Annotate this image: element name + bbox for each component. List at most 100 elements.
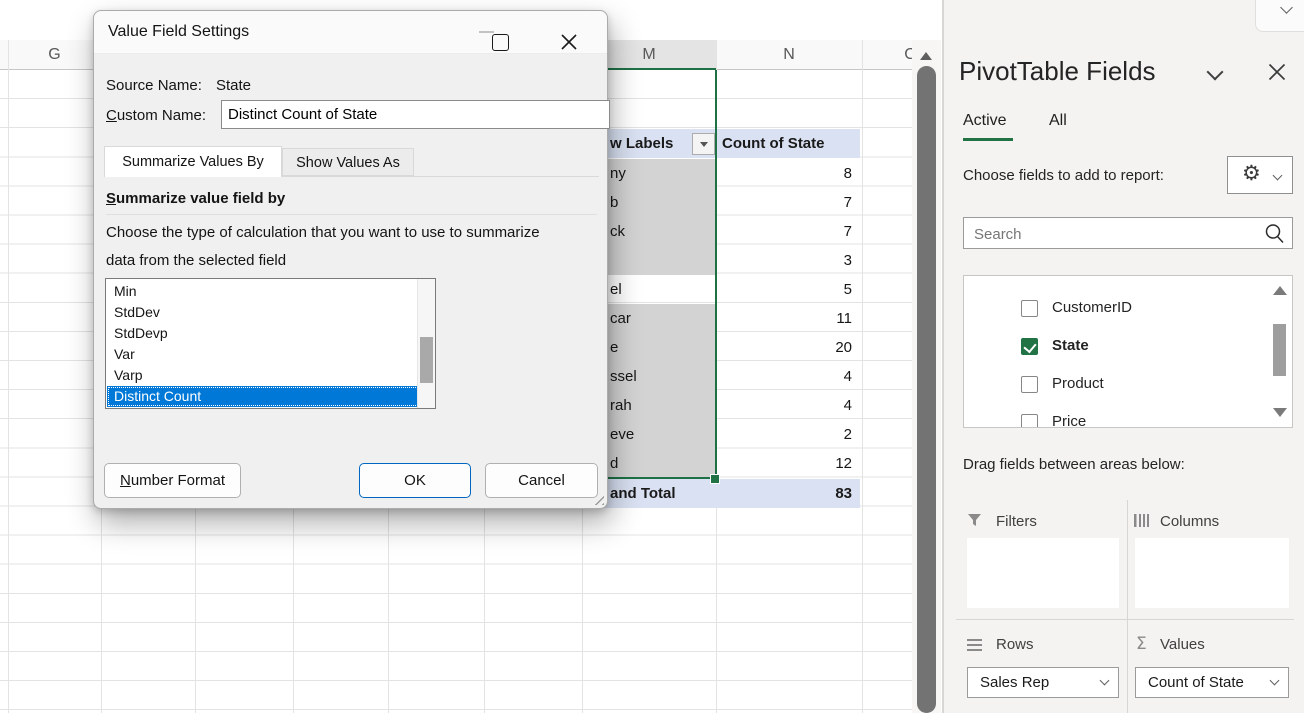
checkbox-unchecked[interactable] [1021, 376, 1038, 393]
fill-handle[interactable] [710, 474, 720, 484]
scroll-up-icon[interactable] [920, 52, 932, 60]
pivot-row-label: rah [610, 391, 710, 420]
list-option[interactable]: Varp [107, 365, 419, 386]
minimize-icon[interactable] [479, 31, 494, 33]
columns-icon [1134, 513, 1152, 528]
list-option[interactable]: Var [107, 344, 419, 365]
checkbox-unchecked[interactable] [1021, 414, 1038, 428]
number-format-button[interactable]: Number Format [104, 463, 241, 498]
scrollbar-thumb[interactable] [917, 66, 936, 713]
pane-close-icon[interactable] [1268, 63, 1286, 81]
ribbon-collapse-button[interactable] [1255, 0, 1304, 32]
values-area-label: Values [1160, 636, 1205, 653]
areas-divider [956, 619, 1294, 620]
checkbox-unchecked[interactable] [1021, 300, 1038, 317]
pivot-value-cell: 12 [716, 449, 860, 478]
close-icon[interactable] [560, 33, 578, 51]
list-scroll-down-icon[interactable] [1273, 408, 1287, 417]
chevron-down-icon [1270, 676, 1280, 686]
column-header-g[interactable]: G [8, 40, 101, 69]
pivot-value-cell: 5 [716, 275, 860, 304]
tab-all[interactable]: All [1049, 112, 1067, 130]
drag-fields-label: Drag fields between areas below: [963, 456, 1185, 473]
pivot-value-cell: 11 [716, 304, 860, 333]
gear-icon: ⚙ [1242, 161, 1261, 185]
field-item-price[interactable]: Price [964, 404, 1264, 428]
field-item-customerid[interactable]: CustomerID [964, 290, 1264, 328]
values-field-name: Count of State [1148, 668, 1244, 697]
field-label: State [1052, 337, 1089, 354]
calculation-type-listbox[interactable]: Min StdDev StdDevp Var Varp Distinct Cou… [105, 278, 436, 409]
pivot-value-cell: 2 [716, 420, 860, 449]
filters-drop-zone[interactable] [967, 538, 1119, 608]
pivot-header-row[interactable]: w Labels Count of State [582, 129, 860, 158]
grand-total-value: 83 [835, 479, 852, 508]
sheet-scrollbar[interactable] [912, 0, 943, 713]
pivot-row-labels[interactable]: ny b ck el car e ssel rah eve d [610, 159, 710, 479]
description-line2: data from the selected field [106, 252, 286, 269]
choose-fields-label: Choose fields to add to report: [963, 167, 1164, 184]
source-name-value: State [216, 77, 251, 94]
selection-border [715, 70, 717, 479]
search-icon [1264, 223, 1285, 244]
pivot-value-cell: 7 [716, 217, 860, 246]
list-option[interactable]: Min [107, 281, 419, 302]
field-label: Price [1052, 413, 1086, 428]
cancel-button[interactable]: Cancel [485, 463, 598, 498]
sigma-icon: Σ [1136, 634, 1147, 654]
pivot-row-label: b [610, 188, 710, 217]
pivot-row-label: e [610, 333, 710, 362]
columns-area-label: Columns [1160, 513, 1219, 530]
custom-name-input[interactable] [221, 100, 610, 129]
pivot-value-cell: 3 [716, 246, 860, 275]
tools-button[interactable]: ⚙ [1227, 156, 1293, 194]
field-item-state[interactable]: State [964, 328, 1264, 366]
listbox-scrollbar[interactable] [417, 279, 435, 408]
custom-name-label: Custom Name: [106, 107, 206, 124]
pivot-values-header: Count of State [722, 129, 825, 158]
column-header-c[interactable]: C [862, 40, 912, 69]
tab-show-values-as[interactable]: Show Values As [282, 148, 414, 176]
field-label: CustomerID [1052, 299, 1132, 316]
ok-button[interactable]: OK [359, 463, 471, 498]
pivot-row-label: car [610, 304, 710, 333]
filter-dropdown-icon [700, 142, 708, 147]
dialog-titlebar[interactable]: Value Field Settings [94, 11, 607, 54]
search-box[interactable] [963, 217, 1293, 249]
tab-summarize-values-by[interactable]: Summarize Values By [104, 146, 282, 177]
column-header-n[interactable]: N [716, 40, 862, 69]
field-list[interactable]: CustomerID State Product Price [963, 275, 1293, 428]
values-field-pill[interactable]: Count of State [1135, 667, 1289, 698]
list-scrollbar-thumb[interactable] [1273, 324, 1286, 376]
checkbox-checked[interactable] [1021, 338, 1038, 355]
listbox-scrollbar-thumb[interactable] [420, 337, 433, 383]
list-option-selected[interactable]: Distinct Count [107, 386, 419, 407]
filter-funnel-icon [967, 513, 983, 528]
pane-title: PivotTable Fields [959, 56, 1156, 87]
description-line1: Choose the type of calculation that you … [106, 224, 540, 241]
search-input[interactable] [972, 221, 1246, 247]
list-option[interactable]: StdDev [107, 302, 419, 323]
pivot-row-label: ssel [610, 362, 710, 391]
rows-field-name: Sales Rep [980, 668, 1049, 697]
field-item-product[interactable]: Product [964, 366, 1264, 404]
pivottable-fields-pane: PivotTable Fields Active All Choose fiel… [943, 0, 1304, 713]
active-tab-underline [963, 138, 1013, 141]
rows-area-label: Rows [996, 636, 1034, 653]
pane-options-chevron-icon[interactable] [1207, 64, 1224, 81]
pivot-values-column[interactable]: 8 7 7 3 5 11 20 4 4 2 12 [716, 159, 860, 479]
list-option[interactable]: StdDevp [107, 323, 419, 344]
pivot-value-cell: 20 [716, 333, 860, 362]
row-labels-filter-button[interactable] [692, 133, 715, 155]
pivot-row-label: d [610, 449, 710, 478]
maximize-icon[interactable] [492, 34, 509, 51]
list-scroll-up-icon[interactable] [1273, 286, 1287, 295]
separator [106, 214, 597, 215]
columns-drop-zone[interactable] [1135, 538, 1289, 608]
rows-icon [967, 639, 983, 652]
pivot-value-cell: 8 [716, 159, 860, 188]
rows-field-pill[interactable]: Sales Rep [967, 667, 1119, 698]
pivot-grand-total-row[interactable]: and Total 83 [582, 479, 860, 508]
tab-active[interactable]: Active [963, 112, 1007, 130]
pivot-value-cell: 4 [716, 362, 860, 391]
